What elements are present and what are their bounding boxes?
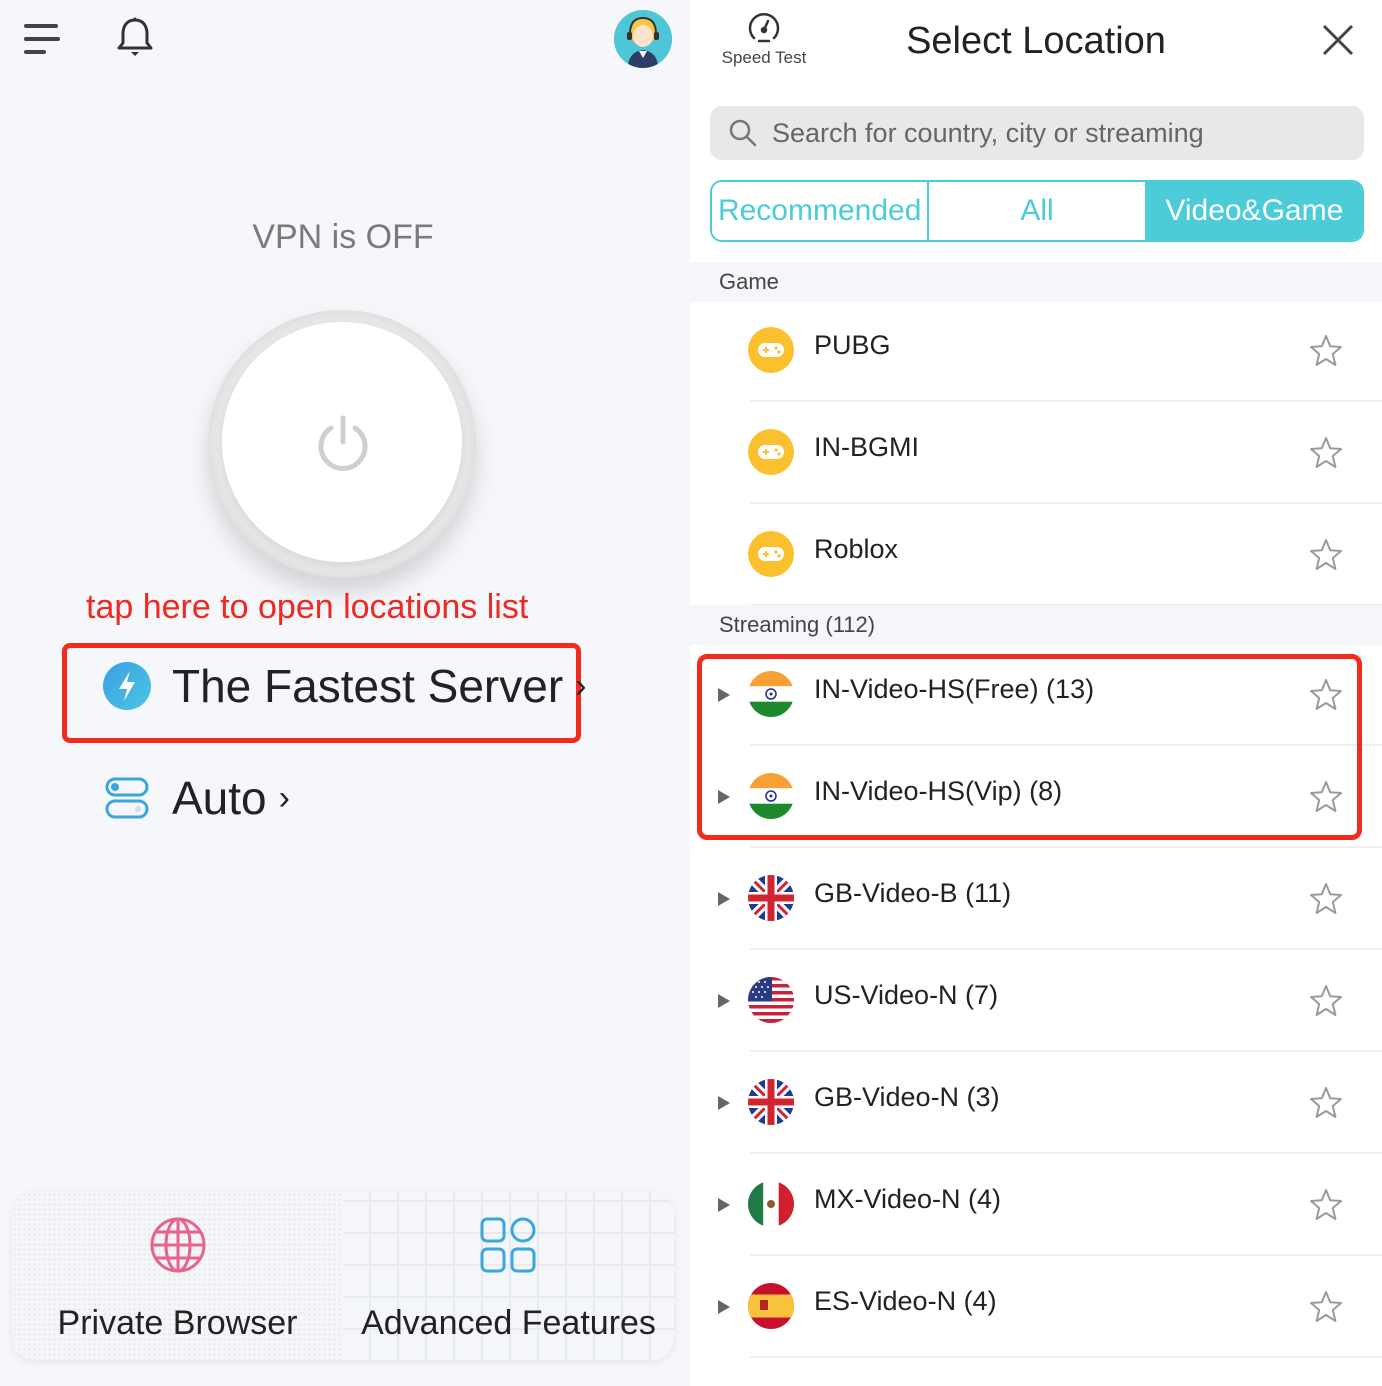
- location-name: GB-Video-B (11): [814, 878, 1012, 908]
- location-row[interactable]: ES-Video-N (4): [690, 1256, 1382, 1358]
- private-browser-label: Private Browser: [57, 1304, 298, 1342]
- section-header-streaming: Streaming (112): [690, 605, 1382, 645]
- fastest-server-selector[interactable]: The Fastest Server ›: [102, 656, 586, 716]
- lightning-icon: [102, 661, 152, 711]
- globe-icon: [149, 1216, 207, 1274]
- location-row[interactable]: IN-Video-HS(Vip) (8): [690, 746, 1382, 848]
- location-name: IN-BGMI: [814, 432, 919, 462]
- vpn-status-text: VPN is OFF: [252, 218, 434, 256]
- favorite-star-icon[interactable]: [1308, 677, 1344, 713]
- search-placeholder: Search for country, city or streaming: [772, 117, 1204, 148]
- search-icon: [728, 118, 758, 148]
- location-row[interactable]: IN-Video-HS(Free) (13): [690, 644, 1382, 746]
- india-flag-icon: [748, 671, 794, 717]
- favorite-star-icon[interactable]: [1308, 1289, 1344, 1325]
- notification-bell-icon[interactable]: [114, 16, 156, 60]
- chevron-right-icon: ›: [575, 666, 587, 705]
- location-row[interactable]: MX-Video-N (4): [690, 1154, 1382, 1256]
- support-avatar[interactable]: [614, 10, 672, 68]
- gamepad-icon: [748, 531, 794, 577]
- location-search-input[interactable]: Search for country, city or streaming: [710, 106, 1364, 160]
- mexico-flag-icon: [748, 1181, 794, 1227]
- expand-triangle-icon[interactable]: [718, 892, 730, 906]
- location-name: ES-Video-N (4): [814, 1286, 997, 1316]
- fastest-server-label: The Fastest Server: [172, 660, 564, 712]
- expand-triangle-icon[interactable]: [718, 688, 730, 702]
- auto-label: Auto: [172, 772, 267, 824]
- connect-power-button[interactable]: [208, 310, 476, 578]
- location-row[interactable]: IN-BGMI: [690, 402, 1382, 504]
- bottom-feature-card: Private Browser Advanced Features: [12, 1192, 674, 1360]
- advanced-features-label: Advanced Features: [361, 1304, 656, 1342]
- uk-flag-icon: [748, 1079, 794, 1125]
- location-tabs: Recommended All Video&Game: [710, 180, 1364, 242]
- uk-flag-icon: [748, 875, 794, 921]
- expand-triangle-icon[interactable]: [718, 1096, 730, 1110]
- row-divider: [750, 1356, 1382, 1358]
- location-name: PUBG: [814, 330, 891, 360]
- expand-triangle-icon[interactable]: [718, 790, 730, 804]
- location-name: IN-Video-HS(Vip) (8): [814, 776, 1063, 806]
- favorite-star-icon[interactable]: [1308, 435, 1344, 471]
- location-row[interactable]: PUBG: [690, 300, 1382, 402]
- location-row[interactable]: GB-Video-B (11): [690, 848, 1382, 950]
- favorite-star-icon[interactable]: [1308, 1085, 1344, 1121]
- tab-all[interactable]: All: [927, 182, 1145, 240]
- chevron-right-icon: ›: [278, 778, 290, 817]
- menu-icon[interactable]: [24, 22, 62, 56]
- favorite-star-icon[interactable]: [1308, 1187, 1344, 1223]
- favorite-star-icon[interactable]: [1308, 333, 1344, 369]
- private-browser-button[interactable]: Private Browser: [12, 1192, 343, 1360]
- auto-protocol-selector[interactable]: Auto ›: [104, 768, 290, 828]
- advanced-features-button[interactable]: Advanced Features: [343, 1192, 674, 1360]
- location-row[interactable]: GB-Video-N (3): [690, 1052, 1382, 1154]
- home-pane: VPN is OFF tap here to open locations li…: [0, 0, 690, 1386]
- location-name: IN-Video-HS(Free) (13): [814, 674, 1095, 704]
- location-name: MX-Video-N (4): [814, 1184, 1002, 1214]
- location-row[interactable]: Roblox: [690, 504, 1382, 606]
- location-name: US-Video-N (7): [814, 980, 999, 1010]
- favorite-star-icon[interactable]: [1308, 537, 1344, 573]
- gamepad-icon: [748, 327, 794, 373]
- power-icon: [313, 412, 373, 472]
- select-location-panel: Speed Test Select Location Search for co…: [690, 0, 1382, 1386]
- expand-triangle-icon[interactable]: [718, 1300, 730, 1314]
- toggle-protocol-icon: [104, 775, 150, 821]
- spain-flag-icon: [748, 1283, 794, 1329]
- expand-triangle-icon[interactable]: [718, 994, 730, 1008]
- favorite-star-icon[interactable]: [1308, 779, 1344, 815]
- favorite-star-icon[interactable]: [1308, 881, 1344, 917]
- location-row[interactable]: US-Video-N (7): [690, 950, 1382, 1052]
- favorite-star-icon[interactable]: [1308, 983, 1344, 1019]
- expand-triangle-icon[interactable]: [718, 1198, 730, 1212]
- india-flag-icon: [748, 773, 794, 819]
- tab-video-game[interactable]: Video&Game: [1144, 182, 1362, 240]
- panel-title: Select Location: [906, 20, 1166, 62]
- close-icon[interactable]: [1320, 22, 1356, 58]
- apps-grid-icon: [479, 1216, 537, 1274]
- app-screen: VPN is OFF tap here to open locations li…: [0, 0, 1382, 1386]
- location-name: GB-Video-N (3): [814, 1082, 1000, 1112]
- section-header-game: Game: [690, 262, 1382, 302]
- us-flag-icon: [748, 977, 794, 1023]
- annotation-hint-text: tap here to open locations list: [86, 588, 529, 626]
- tab-recommended[interactable]: Recommended: [712, 182, 928, 240]
- gamepad-icon: [748, 429, 794, 475]
- location-name: Roblox: [814, 534, 899, 564]
